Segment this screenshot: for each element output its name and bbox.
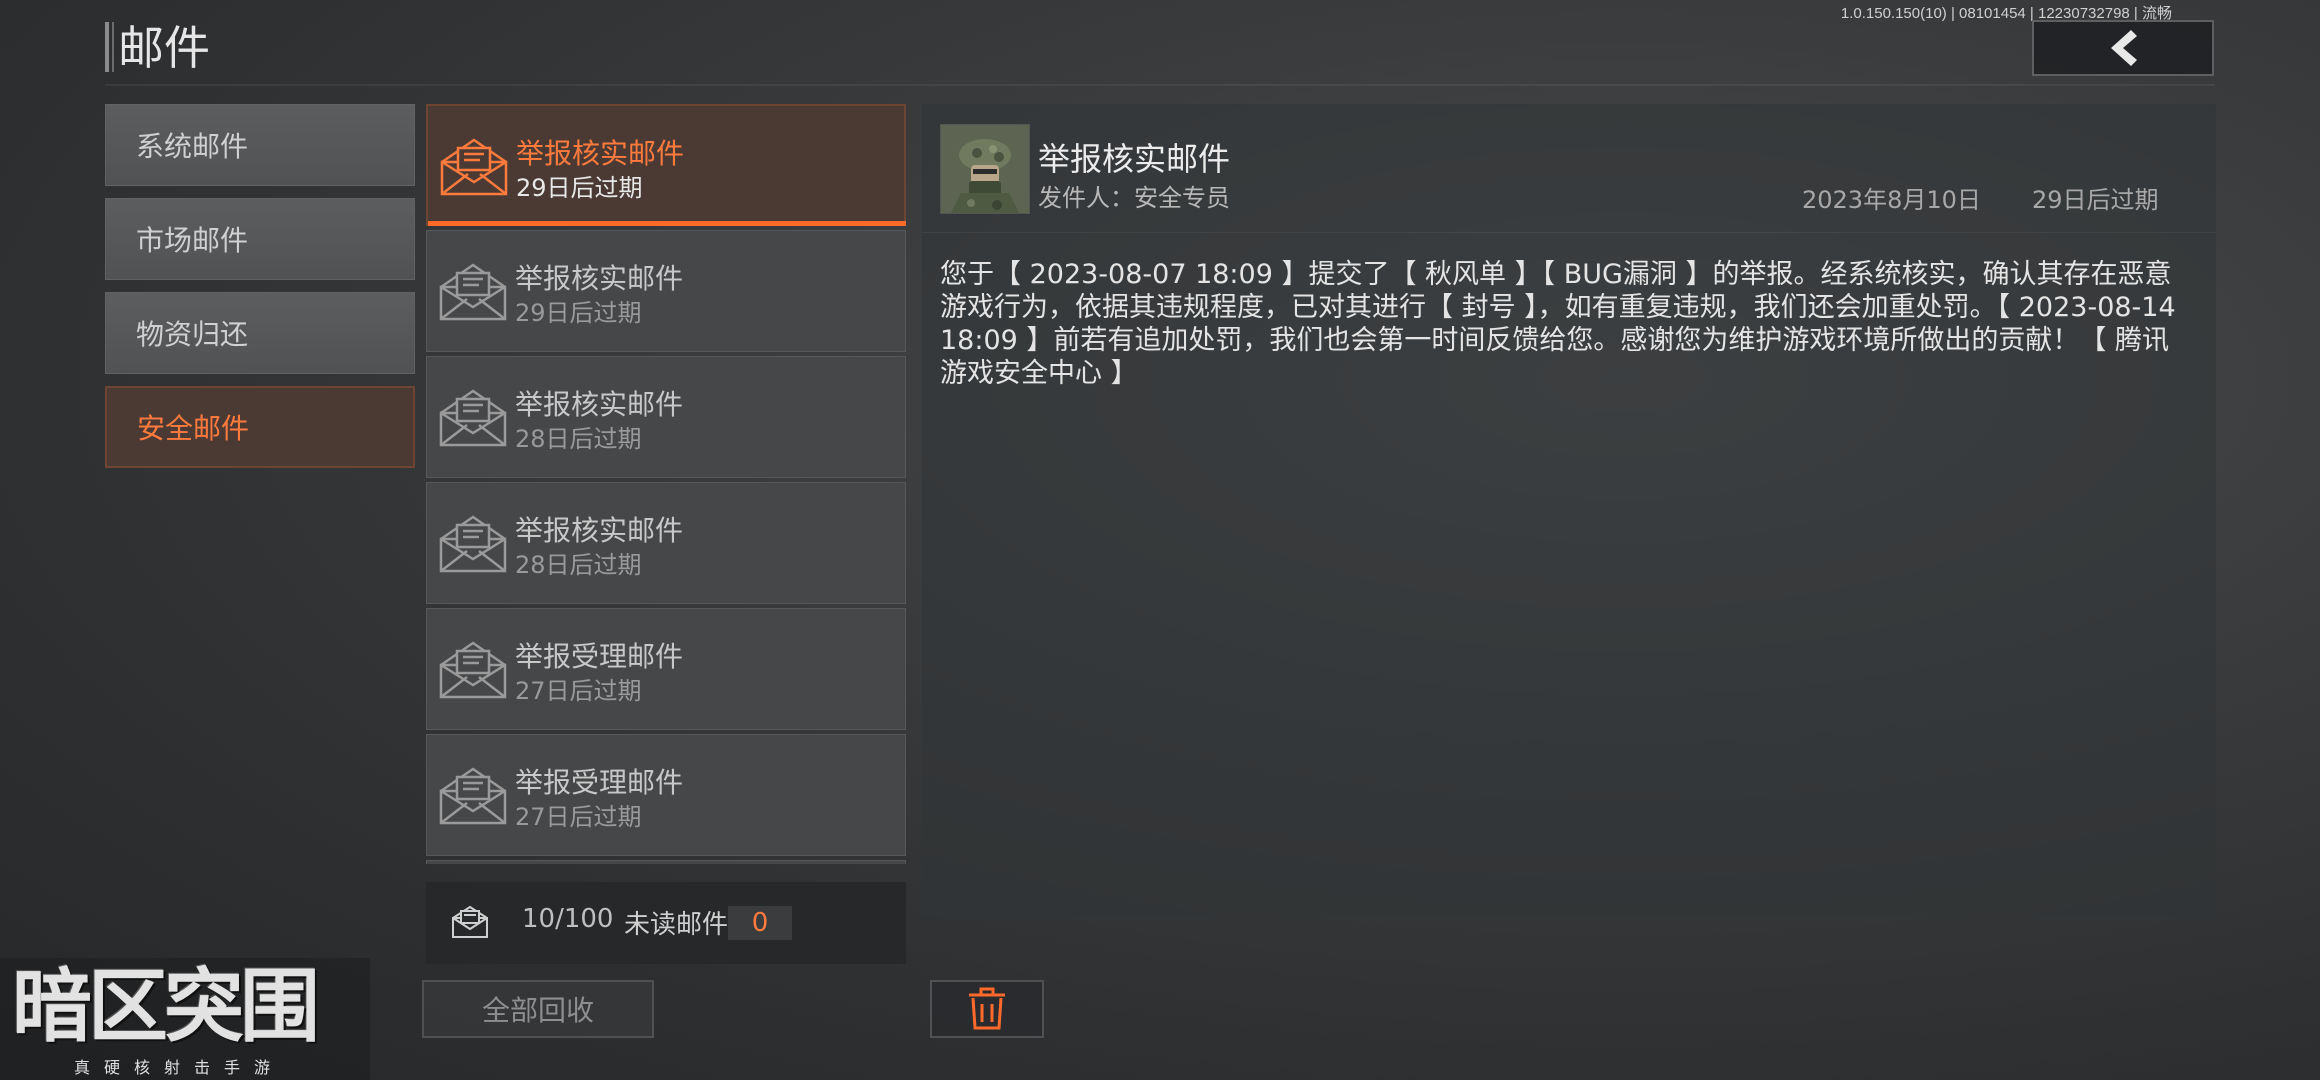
category-tab-label: 物资归还	[136, 318, 249, 351]
unread-label: 未读邮件	[624, 910, 729, 940]
selection-indicator	[428, 221, 906, 226]
game-logo: 暗区突围 真硬核射击手游	[0, 958, 370, 1080]
mail-list-item[interactable]: 举报受理邮件 27日后过期	[426, 608, 906, 730]
mail-title: 举报受理邮件	[515, 640, 684, 673]
title-accent-bar-inner	[112, 22, 114, 72]
title-accent-bar	[105, 22, 109, 72]
category-tab-label: 系统邮件	[136, 130, 249, 163]
envelope-open-icon	[439, 515, 507, 573]
soldier-avatar-icon	[941, 125, 1029, 213]
mail-expire: 29日后过期	[516, 174, 643, 202]
mail-title: 举报核实邮件	[515, 388, 684, 421]
detail-title: 举报核实邮件	[1038, 140, 1231, 178]
mail-title: 举报核实邮件	[515, 514, 684, 547]
category-tab-label: 安全邮件	[137, 412, 250, 445]
trash-icon	[969, 987, 1005, 1030]
mail-list-item[interactable]: 举报核实邮件 28日后过期	[426, 356, 906, 478]
envelope-open-icon	[452, 905, 488, 938]
envelope-open-icon	[439, 389, 507, 447]
unread-count-box: 0	[728, 906, 792, 940]
mail-expire: 27日后过期	[515, 803, 642, 831]
detail-sender: 发件人：安全专员	[1038, 184, 1230, 212]
mail-list[interactable]: 举报核实邮件 29日后过期 举报核实邮件 29日后过期 举报核实邮件 28日后过…	[426, 104, 906, 864]
header-divider	[105, 84, 2215, 86]
category-tab-supply-return[interactable]: 物资归还	[105, 292, 415, 374]
mail-expire: 29日后过期	[515, 299, 642, 327]
game-slogan: 真硬核射击手游	[74, 1058, 285, 1077]
mail-title: 举报核实邮件	[515, 262, 684, 295]
game-logo-text: 暗区突围	[12, 960, 320, 1053]
mail-count: 10/100	[522, 904, 614, 934]
back-button[interactable]	[2032, 20, 2214, 76]
mail-list-item[interactable]: 举报核实邮件 29日后过期	[426, 230, 906, 352]
detail-date: 2023年8月10日	[1802, 186, 1981, 214]
mail-list-item[interactable]: 举报受理邮件 27日后过期	[426, 734, 906, 856]
mail-expire: 28日后过期	[515, 425, 642, 453]
category-tab-label: 市场邮件	[136, 224, 249, 257]
collect-all-button[interactable]: 全部回收	[422, 980, 654, 1038]
delete-button[interactable]	[930, 980, 1044, 1038]
detail-divider	[922, 232, 2216, 233]
mail-expire: 27日后过期	[515, 677, 642, 705]
mail-title: 举报受理邮件	[515, 766, 684, 799]
mail-counter-bar: 10/100 未读邮件 0	[426, 882, 906, 964]
sender-avatar	[940, 124, 1030, 214]
page-title: 邮件	[118, 21, 210, 75]
mail-list-item-partial[interactable]	[426, 860, 906, 864]
category-tab-security[interactable]: 安全邮件	[105, 386, 415, 468]
category-tab-system[interactable]: 系统邮件	[105, 104, 415, 186]
chevron-left-icon	[2111, 30, 2137, 66]
mail-list-item[interactable]: 举报核实邮件 29日后过期	[426, 104, 906, 226]
mail-list-item[interactable]: 举报核实邮件 28日后过期	[426, 482, 906, 604]
unread-count: 0	[751, 908, 769, 938]
envelope-open-icon	[439, 263, 507, 321]
mail-expire: 28日后过期	[515, 551, 642, 579]
detail-body: 您于【 2023-08-07 18:09 】提交了【 秋风单 】【 BUG漏洞 …	[940, 259, 2176, 389]
envelope-open-icon	[440, 138, 508, 196]
envelope-open-icon	[439, 767, 507, 825]
mail-detail-panel: 举报核实邮件 发件人：安全专员 2023年8月10日 29日后过期 您于【 20…	[922, 104, 2216, 916]
category-tab-market[interactable]: 市场邮件	[105, 198, 415, 280]
mail-title: 举报核实邮件	[516, 137, 685, 170]
envelope-open-icon	[439, 641, 507, 699]
detail-expire: 29日后过期	[2032, 186, 2159, 214]
